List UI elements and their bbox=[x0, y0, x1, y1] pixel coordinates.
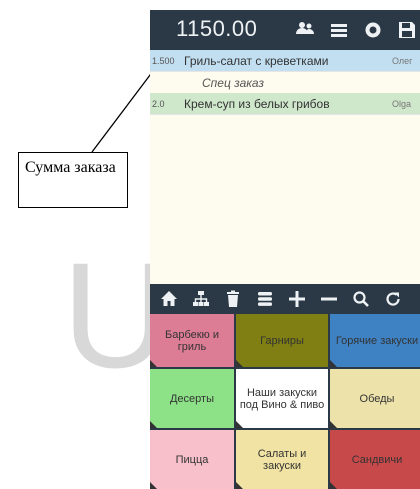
order-total-callout: Сумма заказа bbox=[18, 152, 128, 208]
category-tile[interactable]: Пицца bbox=[150, 430, 234, 489]
order-item-name: Гриль-салат с креветками bbox=[184, 53, 329, 68]
list-icon[interactable] bbox=[256, 290, 274, 308]
category-label: Наши закуски под Вино & пиво bbox=[239, 386, 325, 411]
category-label: Горячие закуски bbox=[335, 334, 419, 347]
category-tile[interactable]: Обеды bbox=[330, 369, 420, 428]
category-label: Салаты и закуски bbox=[257, 447, 307, 472]
home-icon[interactable] bbox=[160, 290, 178, 308]
category-label: Сандвичи bbox=[351, 453, 403, 466]
category-tile[interactable]: Горячие закуски bbox=[330, 314, 420, 367]
order-list[interactable]: 1.500 Гриль-салат с креветками Олег Спец… bbox=[150, 50, 420, 284]
users-icon[interactable] bbox=[295, 20, 315, 40]
top-bar: 1150.00 bbox=[150, 10, 420, 50]
category-label: Барбекю и гриль bbox=[164, 328, 219, 353]
category-tile[interactable]: Сандвичи bbox=[330, 430, 420, 489]
category-tile[interactable]: Десерты bbox=[150, 369, 234, 428]
menu-icon[interactable] bbox=[329, 20, 349, 40]
order-item-name: Крем-суп из белых грибов bbox=[184, 96, 330, 111]
category-tile[interactable]: Наши закуски под Вино & пиво bbox=[236, 369, 328, 428]
order-qty: 2.0 bbox=[152, 98, 165, 109]
order-qty: 1.500 bbox=[152, 55, 175, 66]
order-row[interactable]: 2.0 Крем-суп из белых грибов Olga bbox=[150, 93, 420, 115]
category-tile[interactable]: Барбекю и гриль bbox=[150, 314, 234, 367]
category-tile[interactable]: Гарниры bbox=[236, 314, 328, 367]
order-row-note[interactable]: Спец заказ bbox=[150, 72, 420, 93]
category-label: Десерты bbox=[169, 392, 214, 405]
order-total: 1150.00 bbox=[176, 16, 258, 41]
settings-icon[interactable] bbox=[363, 20, 383, 40]
category-tile[interactable]: Салаты и закуски bbox=[236, 430, 328, 489]
category-label: Пицца bbox=[175, 453, 209, 466]
trash-icon[interactable] bbox=[224, 290, 242, 308]
save-icon[interactable] bbox=[397, 20, 417, 40]
order-waiter: Олег bbox=[392, 55, 413, 66]
category-label: Гарниры bbox=[260, 334, 304, 347]
refresh-icon[interactable] bbox=[384, 290, 402, 308]
pos-app-screen: 1150.00 1.500 Гриль-салат с креветками О… bbox=[150, 10, 420, 489]
order-waiter: Olga bbox=[392, 98, 412, 109]
sitemap-icon[interactable] bbox=[192, 290, 210, 308]
plus-icon[interactable] bbox=[288, 290, 306, 308]
minus-icon[interactable] bbox=[320, 290, 338, 308]
search-icon[interactable] bbox=[352, 290, 370, 308]
category-grid: Барбекю и гриль Гарниры Горячие закуски … bbox=[150, 314, 420, 489]
order-item-note: Спец заказ bbox=[202, 75, 264, 90]
action-toolbar bbox=[150, 284, 420, 314]
order-row[interactable]: 1.500 Гриль-салат с креветками Олег bbox=[150, 50, 420, 72]
callout-label: Сумма заказа bbox=[25, 159, 116, 176]
category-label: Обеды bbox=[359, 392, 395, 405]
